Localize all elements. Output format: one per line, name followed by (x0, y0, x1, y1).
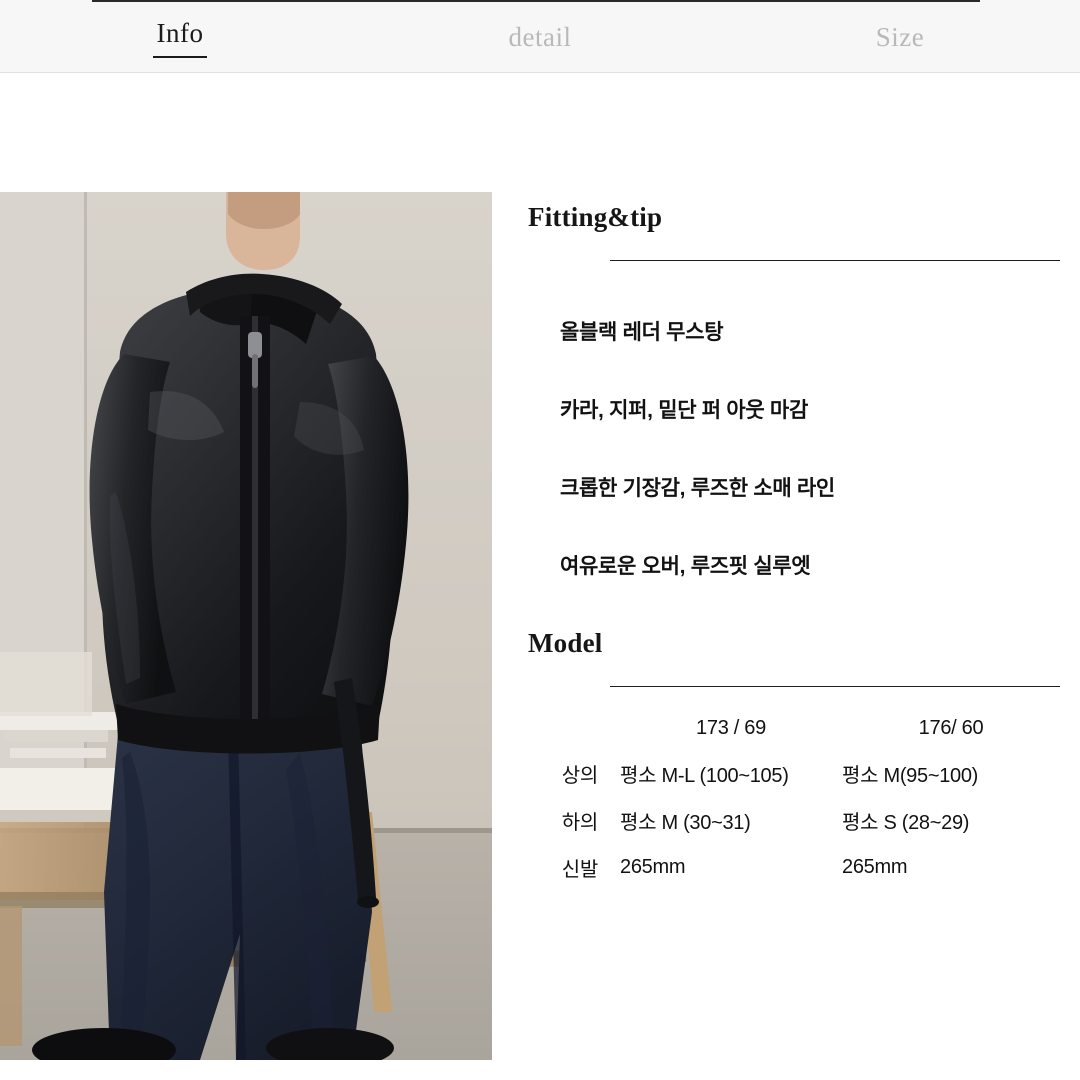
table-row: 173 / 69 176/ 60 (528, 711, 1060, 750)
model-row-value-b: 265mm (842, 856, 908, 878)
fitting-tip-item: 올블랙 레더 무스탕 (560, 321, 724, 344)
fitting-tip-item: 크롭한 기장감, 루즈한 소매 라인 (560, 477, 835, 500)
model-row-value-a: 평소 M (30~31) (620, 812, 751, 834)
model-row-label: 신발 (561, 859, 599, 881)
product-photo-image (0, 192, 492, 1060)
tab-size[interactable]: Size (720, 18, 1080, 53)
model-column-header-b: 176/ 60 (918, 717, 984, 739)
fitting-tip-list: 올블랙 레더 무스탕 카라, 지퍼, 밑단 퍼 아웃 마감 크롭한 기장감, 루… (528, 316, 1060, 580)
tab-bar: Info detail Size (0, 0, 1080, 73)
model-row-value-b: 평소 M(95~100) (842, 765, 979, 787)
table-row: 신발 265mm 265mm (528, 844, 1060, 891)
model-row-label: 하의 (561, 812, 599, 834)
product-photo[interactable] (0, 192, 492, 1060)
model-row-label: 상의 (561, 765, 599, 787)
tab-detail[interactable]: detail (360, 18, 720, 53)
model-divider (610, 686, 1060, 687)
model-title: Model (528, 628, 603, 658)
tab-list: Info detail Size (0, 0, 1080, 71)
model-table-corner (528, 711, 620, 750)
tab-detail-label: detail (508, 22, 572, 52)
tab-info-label: Info (152, 18, 208, 58)
fitting-tip-divider (610, 260, 1060, 261)
model-table: 173 / 69 176/ 60 상의 평소 M-L (100~105) 평소 … (528, 711, 1060, 891)
tab-size-label: Size (875, 22, 925, 52)
model-row-value-a: 평소 M-L (100~105) (620, 765, 789, 787)
info-tab-content: Fitting&tip 올블랙 레더 무스탕 카라, 지퍼, 밑단 퍼 아웃 마… (0, 72, 1080, 1080)
fitting-tip-item: 여유로운 오버, 루즈핏 실루엣 (560, 555, 811, 578)
table-row: 상의 평소 M-L (100~105) 평소 M(95~100) (528, 750, 1060, 797)
model-row-value-a: 265mm (620, 856, 686, 878)
model-row-value-b: 평소 S (28~29) (842, 812, 970, 834)
tab-info[interactable]: Info (0, 14, 360, 58)
model-column-header-a: 173 / 69 (696, 717, 766, 739)
table-row: 하의 평소 M (30~31) 평소 S (28~29) (528, 797, 1060, 844)
info-column: Fitting&tip 올블랙 레더 무스탕 카라, 지퍼, 밑단 퍼 아웃 마… (528, 202, 1060, 891)
fitting-tip-title: Fitting&tip (528, 202, 663, 232)
fitting-tip-item: 카라, 지퍼, 밑단 퍼 아웃 마감 (560, 399, 808, 422)
